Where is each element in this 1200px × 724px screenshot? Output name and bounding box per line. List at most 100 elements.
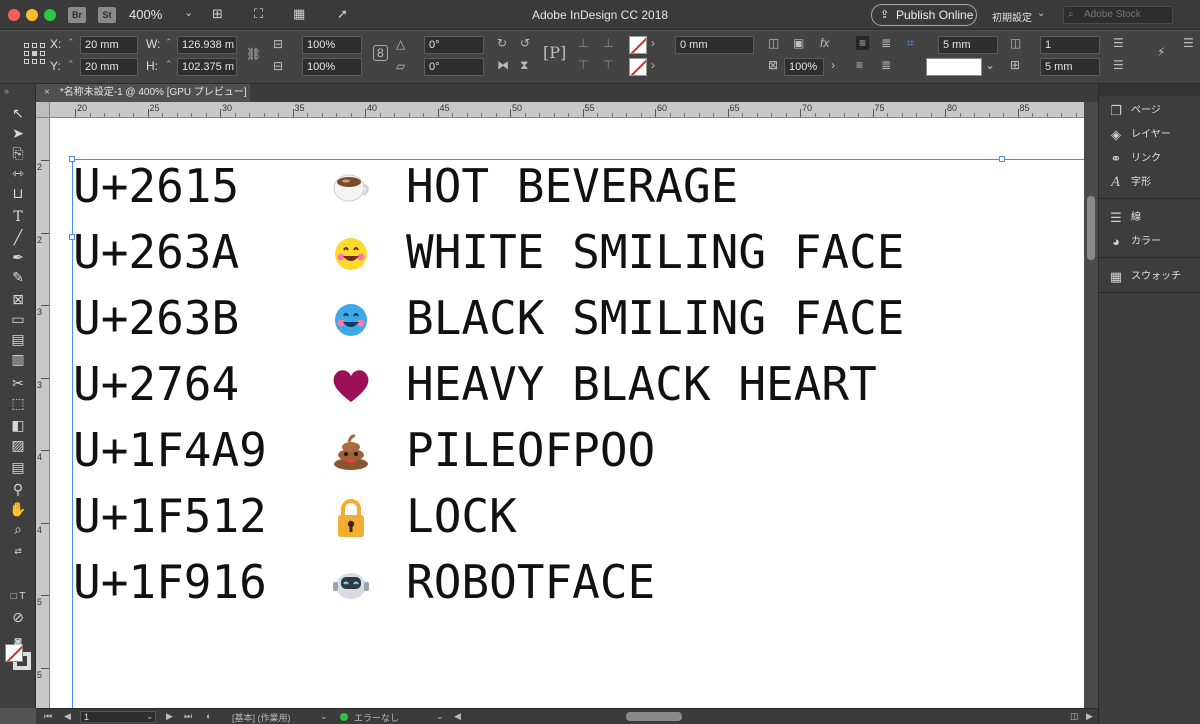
gutter-field[interactable]: 5 mm [1040,58,1100,76]
scroll-thumb[interactable] [1087,196,1095,260]
scissors-tool-icon[interactable]: ✂ [9,374,27,392]
scroll-right-icon[interactable]: ▶ [1086,711,1093,722]
rotate-field[interactable]: 0° [424,36,484,54]
first-page-icon[interactable]: ⏮ [44,711,52,722]
ruler-origin[interactable] [36,102,50,118]
pencil-tool-icon[interactable]: ✎ [9,268,27,286]
flip-horizontal-icon[interactable]: ⧓ [497,58,509,72]
line-tool-icon[interactable]: ╱ [9,228,27,246]
panel-menu-icon[interactable]: ☰ [1113,36,1124,50]
height-field[interactable]: 102.375 m [177,58,237,76]
chevron-right-icon[interactable]: › [831,58,835,72]
selection-tool-icon[interactable]: ↖ [9,104,27,122]
stroke-none-swatch[interactable] [629,58,647,76]
lock-scale-icon[interactable]: 8 [373,45,388,61]
text-frame-inset-icon[interactable]: ⌗ [907,36,914,51]
chevron-right-icon[interactable]: › [651,58,655,72]
eyedropper-tool-icon[interactable]: ⚲ [9,480,27,498]
fx-icon[interactable]: fx [820,36,829,50]
columns-field[interactable]: 1 [1040,36,1100,54]
align-icon[interactable]: ⊥ [578,36,588,50]
stepper-icon[interactable]: ⌃ [165,59,173,70]
gradient-feather-tool-icon[interactable]: ▨ [9,436,27,454]
gradient-swatch-tool-icon[interactable]: ◧ [9,416,27,434]
preflight-profile[interactable]: [基本] (作業用) [232,711,291,724]
chevron-right-icon[interactable]: › [651,36,655,50]
next-page-icon[interactable]: ▶ [166,711,173,722]
page-number-field[interactable]: 1 [80,711,156,723]
close-tab-icon[interactable]: × [44,87,50,98]
justify-vertical-icon[interactable]: ≣ [881,58,891,72]
panel-swatches[interactable]: ▦ スウォッチ [1099,265,1200,289]
text-frame-type-icon[interactable]: [P] [543,43,566,62]
apply-none-icon[interactable]: ⊘ [9,608,27,626]
lightning-icon[interactable]: ⚡ [1157,45,1165,59]
screen-mode-icon[interactable]: ◙ [9,632,27,650]
drop-shadow-icon[interactable]: ◫ [768,36,779,50]
zoom-tool-icon[interactable]: ⌕ [9,520,27,538]
frame-box-style[interactable] [926,58,982,76]
horizontal-scroll-thumb[interactable] [626,712,682,721]
collapse-icon[interactable]: » [4,86,9,96]
chevron-down-icon[interactable]: ⌄ [436,711,444,722]
frame-handle[interactable] [999,156,1005,162]
gap-tool-icon[interactable]: ⇿ [9,164,27,182]
document-tab[interactable]: × *名称未設定-1 @ 400% [GPU プレビュー] [36,84,250,102]
rectangle-frame-tool-icon[interactable]: ⊠ [9,290,27,308]
distribute-icon[interactable]: ⊤ [578,58,588,72]
stepper-icon[interactable]: ⌃ [67,37,75,48]
distribute-icon[interactable]: ⊤ [603,58,613,72]
vertical-scrollbar[interactable] [1084,102,1098,708]
panel-options-icon[interactable]: ☰ [1183,36,1194,50]
type-tool-icon[interactable]: T [9,208,27,226]
constrain-proportions-icon[interactable]: ⛓ [246,47,261,61]
pen-tool-icon[interactable]: ✒ [9,248,27,266]
panel-layers[interactable]: ◈ レイヤー [1099,123,1200,147]
open-page-icon[interactable]: ◐ [206,711,211,721]
free-transform-tool-icon[interactable]: ⬚ [9,394,27,412]
panel-glyphs[interactable]: A 字形 [1099,171,1200,195]
panel-menu-icon[interactable]: ☰ [1113,58,1124,72]
table-tool-icon[interactable]: ▤ [9,330,27,348]
content-collector-icon[interactable]: ⊔ [9,184,27,202]
scale-x-field[interactable]: 100% [302,36,362,54]
fill-none-swatch[interactable] [629,36,647,54]
chevron-down-icon[interactable]: ⌄ [146,711,154,722]
scroll-left-icon[interactable]: ◀ [454,711,461,722]
preflight-errors[interactable]: エラーなし [354,711,399,724]
stepper-icon[interactable]: ⌃ [67,59,75,70]
rectangle-tool-icon[interactable]: ▭ [9,310,27,328]
stepper-icon[interactable]: ⌃ [165,37,173,48]
page-tool-icon[interactable]: ⎘ [9,144,27,162]
flip-vertical-icon[interactable]: ⧗ [520,58,528,73]
publish-online-button[interactable]: ⇪ Publish Online [871,4,977,26]
reference-point-icon[interactable] [24,43,46,65]
rotate-ccw-icon[interactable]: ↺ [520,36,530,50]
opacity-field[interactable]: 100% [784,58,824,76]
previous-page-icon[interactable]: ◀ [64,711,71,722]
chevron-down-icon[interactable]: ⌄ [1037,8,1045,19]
document-canvas[interactable]: U+2615 HOT BEVERAGE U+263A WHITE SMILING… [50,118,1084,708]
grid-tool-icon[interactable]: ▥ [9,350,27,368]
effects-icon[interactable]: ▣ [793,36,804,50]
panel-stroke[interactable]: ☰ 線 [1099,206,1200,230]
chevron-down-icon[interactable]: ⌄ [985,58,995,72]
formatting-affects-icon[interactable]: □ T [9,588,27,606]
panel-links[interactable]: ⚭ リンク [1099,147,1200,171]
rotate-cw-icon[interactable]: ↻ [497,36,507,50]
align-bottom-icon[interactable]: ≡ [856,58,863,72]
panel-dock-header[interactable] [1099,84,1200,96]
split-view-icon[interactable]: ◫ [1070,711,1079,722]
hand-tool-icon[interactable]: ✋ [9,500,27,518]
scale-y-field[interactable]: 100% [302,58,362,76]
width-field[interactable]: 126.938 m [177,36,237,54]
inset-field[interactable]: 5 mm [938,36,998,54]
direct-selection-tool-icon[interactable]: ➤ [9,124,27,142]
workspace-switcher[interactable]: 初期設定 [992,9,1032,24]
panel-pages[interactable]: ❐ ページ [1099,99,1200,123]
default-colors-icon[interactable]: ⇄ [9,542,27,560]
align-top-icon[interactable]: ≡ [856,36,870,50]
stock-search-input[interactable]: ⌕ Adobe Stock [1063,6,1173,24]
panel-color[interactable]: ◕ カラー [1099,230,1200,254]
align-icon[interactable]: ⊥ [603,36,613,50]
